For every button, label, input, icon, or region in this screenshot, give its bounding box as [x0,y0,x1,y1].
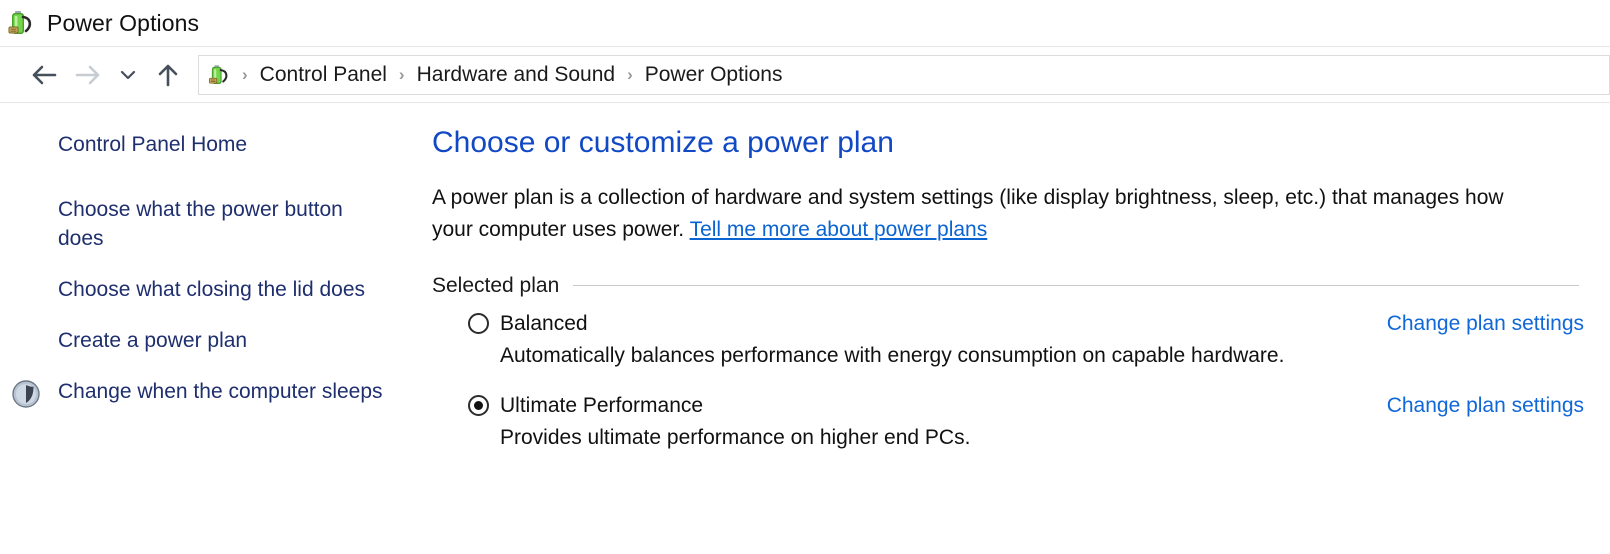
power-plan-description-balanced: Automatically balances performance with … [432,344,1594,368]
sidebar-item-create-power-plan[interactable]: Create a power plan [0,327,432,356]
breadcrumb-separator: › [620,65,640,85]
window-titlebar: Power Options [0,0,1610,46]
sidebar: Control Panel Home Choose what the power… [0,103,432,553]
selected-plan-group: Selected plan Balanced Change plan setti… [432,274,1594,450]
radio-ultimate-performance[interactable] [468,395,489,416]
power-plan-name: Ultimate Performance [500,394,703,418]
power-plan-name: Balanced [500,312,588,336]
back-arrow-icon [30,63,58,87]
power-plan-row-ultimate-performance: Ultimate Performance Change plan setting… [432,394,1594,418]
power-plan-description-ultimate-performance: Provides ultimate performance on higher … [432,426,1594,450]
back-button[interactable] [22,55,66,95]
radio-balanced[interactable] [468,313,489,334]
forward-arrow-icon [74,63,102,87]
sidebar-item-control-panel-home[interactable]: Control Panel Home [0,131,432,160]
change-plan-settings-balanced-link[interactable]: Change plan settings [1387,312,1594,336]
group-title: Selected plan [432,274,559,298]
change-plan-settings-ultimate-performance-link[interactable]: Change plan settings [1387,394,1594,418]
uac-shield-icon [12,380,40,408]
power-plug-battery-icon [6,7,38,39]
breadcrumb-power-options[interactable]: Power Options [640,63,788,87]
address-power-plug-battery-icon [207,62,233,88]
main-panel: Choose or customize a power plan A power… [432,103,1610,553]
page-description: A power plan is a collection of hardware… [432,182,1542,246]
sidebar-item-closing-lid[interactable]: Choose what closing the lid does [0,276,432,305]
sidebar-item-power-button[interactable]: Choose what the power button does [0,196,432,254]
group-header: Selected plan [432,274,1594,298]
power-plan-option-ultimate-performance[interactable]: Ultimate Performance [468,394,703,418]
window-title: Power Options [47,10,199,37]
sidebar-item-change-when-computer-sleeps[interactable]: Change when the computer sleeps [0,378,432,407]
group-divider [573,285,1579,286]
tell-me-more-link[interactable]: Tell me more about power plans [690,218,988,241]
power-plan-option-balanced[interactable]: Balanced [468,312,588,336]
up-arrow-icon [155,62,181,88]
recent-locations-button[interactable] [110,55,146,95]
page-title: Choose or customize a power plan [432,123,1594,162]
breadcrumb-control-panel[interactable]: Control Panel [255,63,392,87]
address-bar[interactable]: › Control Panel › Hardware and Sound › P… [198,55,1610,95]
up-button[interactable] [146,55,190,95]
power-plan-list: Balanced Change plan settings Automatica… [432,298,1594,450]
breadcrumb-separator: › [392,65,412,85]
forward-button[interactable] [66,55,110,95]
power-plan-row-balanced: Balanced Change plan settings [432,312,1594,336]
content-area: Control Panel Home Choose what the power… [0,103,1610,553]
breadcrumb-hardware-and-sound[interactable]: Hardware and Sound [412,63,620,87]
navigation-toolbar: › Control Panel › Hardware and Sound › P… [0,46,1610,103]
breadcrumb-separator: › [235,65,255,85]
chevron-down-icon [118,65,138,85]
sidebar-item-label: Change when the computer sleeps [58,380,383,403]
